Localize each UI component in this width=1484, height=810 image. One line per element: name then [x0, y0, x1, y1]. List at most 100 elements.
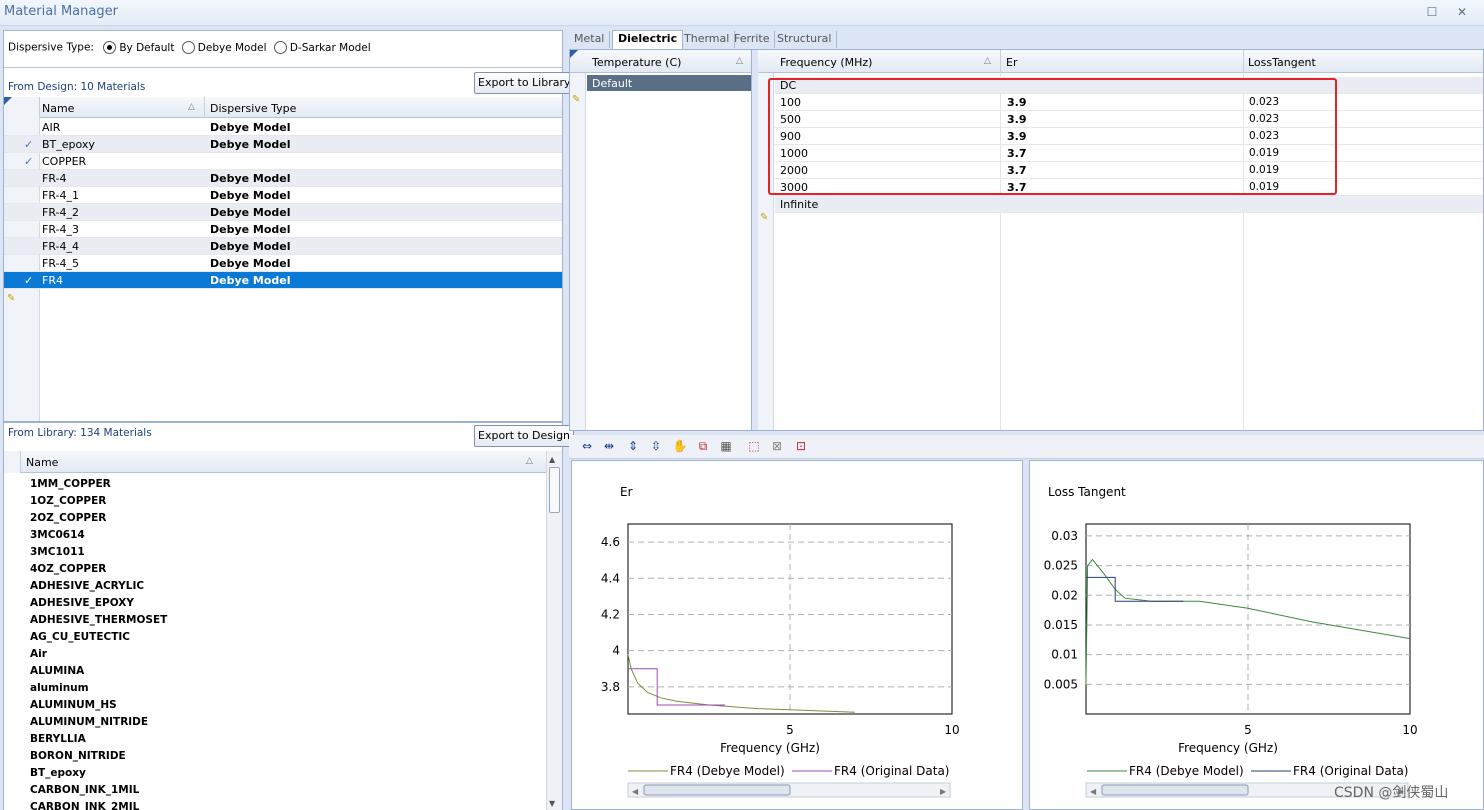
- col-frequency[interactable]: Frequency (MHz): [780, 56, 872, 69]
- scroll-down-icon[interactable]: ▼: [549, 799, 555, 808]
- design-row[interactable]: ✓ FR4 Debye Model: [4, 272, 562, 289]
- copy-chart-icon[interactable]: ▦: [718, 438, 734, 454]
- design-row[interactable]: FR-4_4 Debye Model: [4, 238, 562, 255]
- library-item[interactable]: 1MM_COPPER: [30, 478, 111, 490]
- design-table: Name △ Dispersive Type AIR Debye Model ✓ BT…: [4, 97, 562, 421]
- x-tick-label: 10: [1402, 723, 1417, 737]
- radio-by-default[interactable]: By Default: [103, 41, 174, 54]
- library-item[interactable]: ALUMINUM_HS: [30, 699, 117, 711]
- dispersive-type-row: Dispersive Type: By Default Debye Model …: [8, 41, 371, 54]
- window-title: Material Manager: [4, 4, 118, 19]
- library-item[interactable]: ADHESIVE_EPOXY: [30, 597, 134, 609]
- design-row[interactable]: FR-4_5 Debye Model: [4, 255, 562, 272]
- legend-label: FR4 (Debye Model): [670, 764, 785, 778]
- scroll-up-icon[interactable]: ▲: [549, 455, 555, 464]
- library-item[interactable]: ADHESIVE_THERMOSET: [30, 614, 167, 626]
- new-row-icon[interactable]: ✎: [7, 293, 15, 304]
- new-row-icon[interactable]: ✎: [760, 212, 768, 223]
- library-item[interactable]: 1OZ_COPPER: [30, 495, 106, 507]
- library-item[interactable]: 2OZ_COPPER: [30, 512, 106, 524]
- title-bar: Material Manager ☐ ✕: [0, 0, 1484, 26]
- library-item[interactable]: ALUMINA: [30, 665, 84, 677]
- sort-asc-icon[interactable]: △: [736, 56, 743, 66]
- chart-scroll-thumb[interactable]: [1101, 784, 1249, 796]
- library-scrollbar[interactable]: ▲ ▼: [546, 451, 562, 810]
- sort-asc-icon[interactable]: △: [188, 102, 195, 112]
- library-item[interactable]: 3MC0614: [30, 529, 85, 541]
- zoom-box-icon[interactable]: ⧉: [695, 438, 711, 454]
- select-region-icon[interactable]: ⬚: [746, 438, 762, 454]
- pan-x-icon[interactable]: ⇔: [579, 438, 595, 454]
- scroll-left-icon[interactable]: ◀: [632, 787, 639, 796]
- col-temperature[interactable]: Temperature (C): [592, 56, 681, 69]
- frequency-row[interactable]: Infinite: [775, 196, 1483, 213]
- tab-metal[interactable]: Metal: [569, 31, 611, 48]
- library-item[interactable]: BERYLLIA: [30, 733, 86, 745]
- col-loss-tangent[interactable]: LossTangent: [1248, 56, 1316, 69]
- sort-asc-icon[interactable]: △: [526, 456, 533, 466]
- reset-zoom-icon[interactable]: ⊡: [793, 438, 809, 454]
- tab-dielectric[interactable]: Dielectric: [612, 30, 684, 49]
- pan-y-icon[interactable]: ⇕: [625, 438, 641, 454]
- design-row[interactable]: AIR Debye Model: [4, 119, 562, 136]
- tab-structural[interactable]: Structural: [772, 31, 838, 48]
- library-col-name[interactable]: Name: [26, 456, 58, 469]
- close-icon[interactable]: ✕: [1455, 5, 1469, 19]
- library-item[interactable]: aluminum: [30, 682, 89, 694]
- export-to-library-button[interactable]: Export to Library: [474, 72, 575, 94]
- library-item[interactable]: BT_epoxy: [30, 767, 86, 779]
- design-row[interactable]: FR-4_3 Debye Model: [4, 221, 562, 238]
- sort-asc-icon[interactable]: △: [984, 56, 991, 66]
- x-tick-label: 10: [944, 723, 959, 737]
- library-item[interactable]: Air: [30, 648, 47, 660]
- library-item[interactable]: AG_CU_EUTECTIC: [30, 631, 130, 643]
- design-count-label: From Design: 10 Materials: [8, 81, 146, 93]
- hand-icon[interactable]: ✋: [672, 438, 688, 454]
- scroll-left-icon[interactable]: ◀: [1090, 787, 1097, 796]
- dispersive-type: Debye Model: [210, 257, 291, 270]
- design-row[interactable]: FR-4_2 Debye Model: [4, 204, 562, 221]
- library-item[interactable]: 3MC1011: [30, 546, 85, 558]
- col-name[interactable]: Name: [42, 102, 74, 115]
- dispersive-type: Debye Model: [210, 240, 291, 253]
- chart-scroll-thumb[interactable]: [643, 784, 791, 796]
- tab-ferrite[interactable]: Ferrite: [729, 31, 776, 48]
- design-row[interactable]: FR-4_1 Debye Model: [4, 187, 562, 204]
- radio-d-sarkar[interactable]: D-Sarkar Model: [273, 41, 371, 54]
- design-row[interactable]: ✓ COPPER: [4, 153, 562, 170]
- loss-tangent-chart-panel: Loss Tangent 0.005 0.01 0.015 0.02 0.025 0.03 5…: [1029, 460, 1484, 810]
- clear-icon[interactable]: ⊠: [769, 438, 785, 454]
- library-item[interactable]: CARBON_INK_2MIL: [30, 801, 139, 810]
- scroll-thumb[interactable]: [549, 467, 560, 513]
- radio-debye[interactable]: Debye Model: [181, 41, 267, 54]
- library-item[interactable]: CARBON_INK_1MIL: [30, 784, 139, 796]
- new-row-icon[interactable]: ✎: [572, 94, 580, 105]
- zoom-x-icon[interactable]: ⇹: [601, 438, 617, 454]
- library-item[interactable]: ADHESIVE_ACRYLIC: [30, 580, 144, 592]
- material-name: FR-4_5: [42, 257, 79, 270]
- tab-thermal[interactable]: Thermal: [679, 31, 736, 48]
- zoom-y-icon[interactable]: ⇳: [648, 438, 664, 454]
- material-name: FR-4: [42, 172, 67, 185]
- library-item[interactable]: 4OZ_COPPER: [30, 563, 106, 575]
- check-icon[interactable]: ✓: [24, 155, 33, 168]
- scroll-right-icon[interactable]: ▶: [940, 787, 947, 796]
- maximize-icon[interactable]: ☐: [1425, 5, 1439, 19]
- er-chart-panel: Er 3.8 4 4.2 4.4 4.6 5 10 Frequency (GHz) FR4 (De…: [571, 460, 1023, 810]
- library-item[interactable]: BORON_NITRIDE: [30, 750, 126, 762]
- export-to-design-button[interactable]: Export to Design: [474, 425, 575, 447]
- col-er[interactable]: Er: [1006, 56, 1017, 69]
- x-axis-label: Frequency (GHz): [720, 741, 820, 755]
- legend-label: FR4 (Original Data): [834, 764, 949, 778]
- dispersive-type: Debye Model: [210, 206, 291, 219]
- design-row[interactable]: FR-4 Debye Model: [4, 170, 562, 187]
- temperature-row-default[interactable]: Default: [587, 75, 751, 91]
- library-item[interactable]: ALUMINUM_NITRIDE: [30, 716, 148, 728]
- col-dispersive-type[interactable]: Dispersive Type: [210, 102, 296, 115]
- library-count-label: From Library: 134 Materials: [8, 427, 152, 439]
- design-row[interactable]: ✓ BT_epoxy Debye Model: [4, 136, 562, 153]
- check-icon[interactable]: ✓: [24, 138, 33, 151]
- check-icon[interactable]: ✓: [24, 274, 33, 287]
- frequency-value[interactable]: Infinite: [780, 198, 818, 211]
- material-name: FR-4_3: [42, 223, 79, 236]
